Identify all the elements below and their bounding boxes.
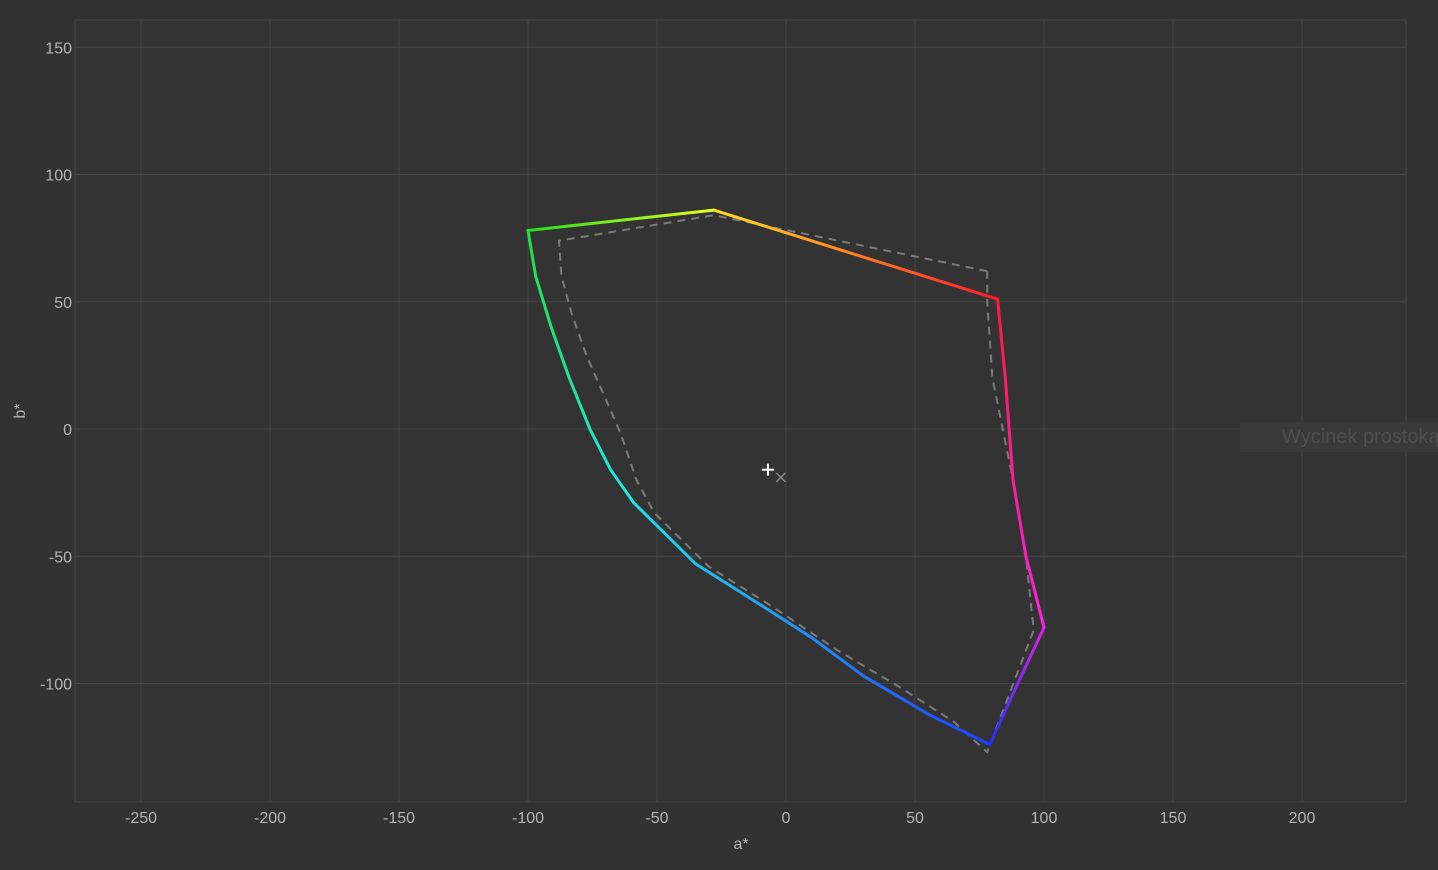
y-tick-label: 50 bbox=[54, 295, 72, 312]
x-tick-label: -200 bbox=[254, 810, 286, 827]
x-tick-label: 200 bbox=[1289, 810, 1316, 827]
y-tick-label: -100 bbox=[40, 677, 72, 694]
plot-area bbox=[74, 19, 1407, 803]
tooltip-rect-slice: Wycinek prostokątny bbox=[1240, 422, 1438, 452]
x-tick-label: -100 bbox=[512, 810, 544, 827]
x-tick-label: -250 bbox=[125, 810, 157, 827]
y-tick-label: 150 bbox=[45, 40, 72, 57]
y-tick-label: -50 bbox=[49, 549, 72, 566]
x-tick-label: 0 bbox=[782, 810, 791, 827]
x-tick-label: -50 bbox=[645, 810, 668, 827]
y-axis-label: b* bbox=[12, 403, 29, 418]
x-tick-label: 100 bbox=[1031, 810, 1058, 827]
y-tick-label: 0 bbox=[63, 422, 72, 439]
x-tick-label: 150 bbox=[1160, 810, 1187, 827]
gamut-chart: -250 -200 -150 -100 -50 0 50 100 150 200 150 100 50 0… bbox=[12, 19, 1407, 853]
y-tick-label: 100 bbox=[45, 168, 72, 185]
x-axis-label: a* bbox=[733, 836, 748, 853]
x-tick-label: 50 bbox=[906, 810, 924, 827]
x-tick-label: -150 bbox=[383, 810, 415, 827]
